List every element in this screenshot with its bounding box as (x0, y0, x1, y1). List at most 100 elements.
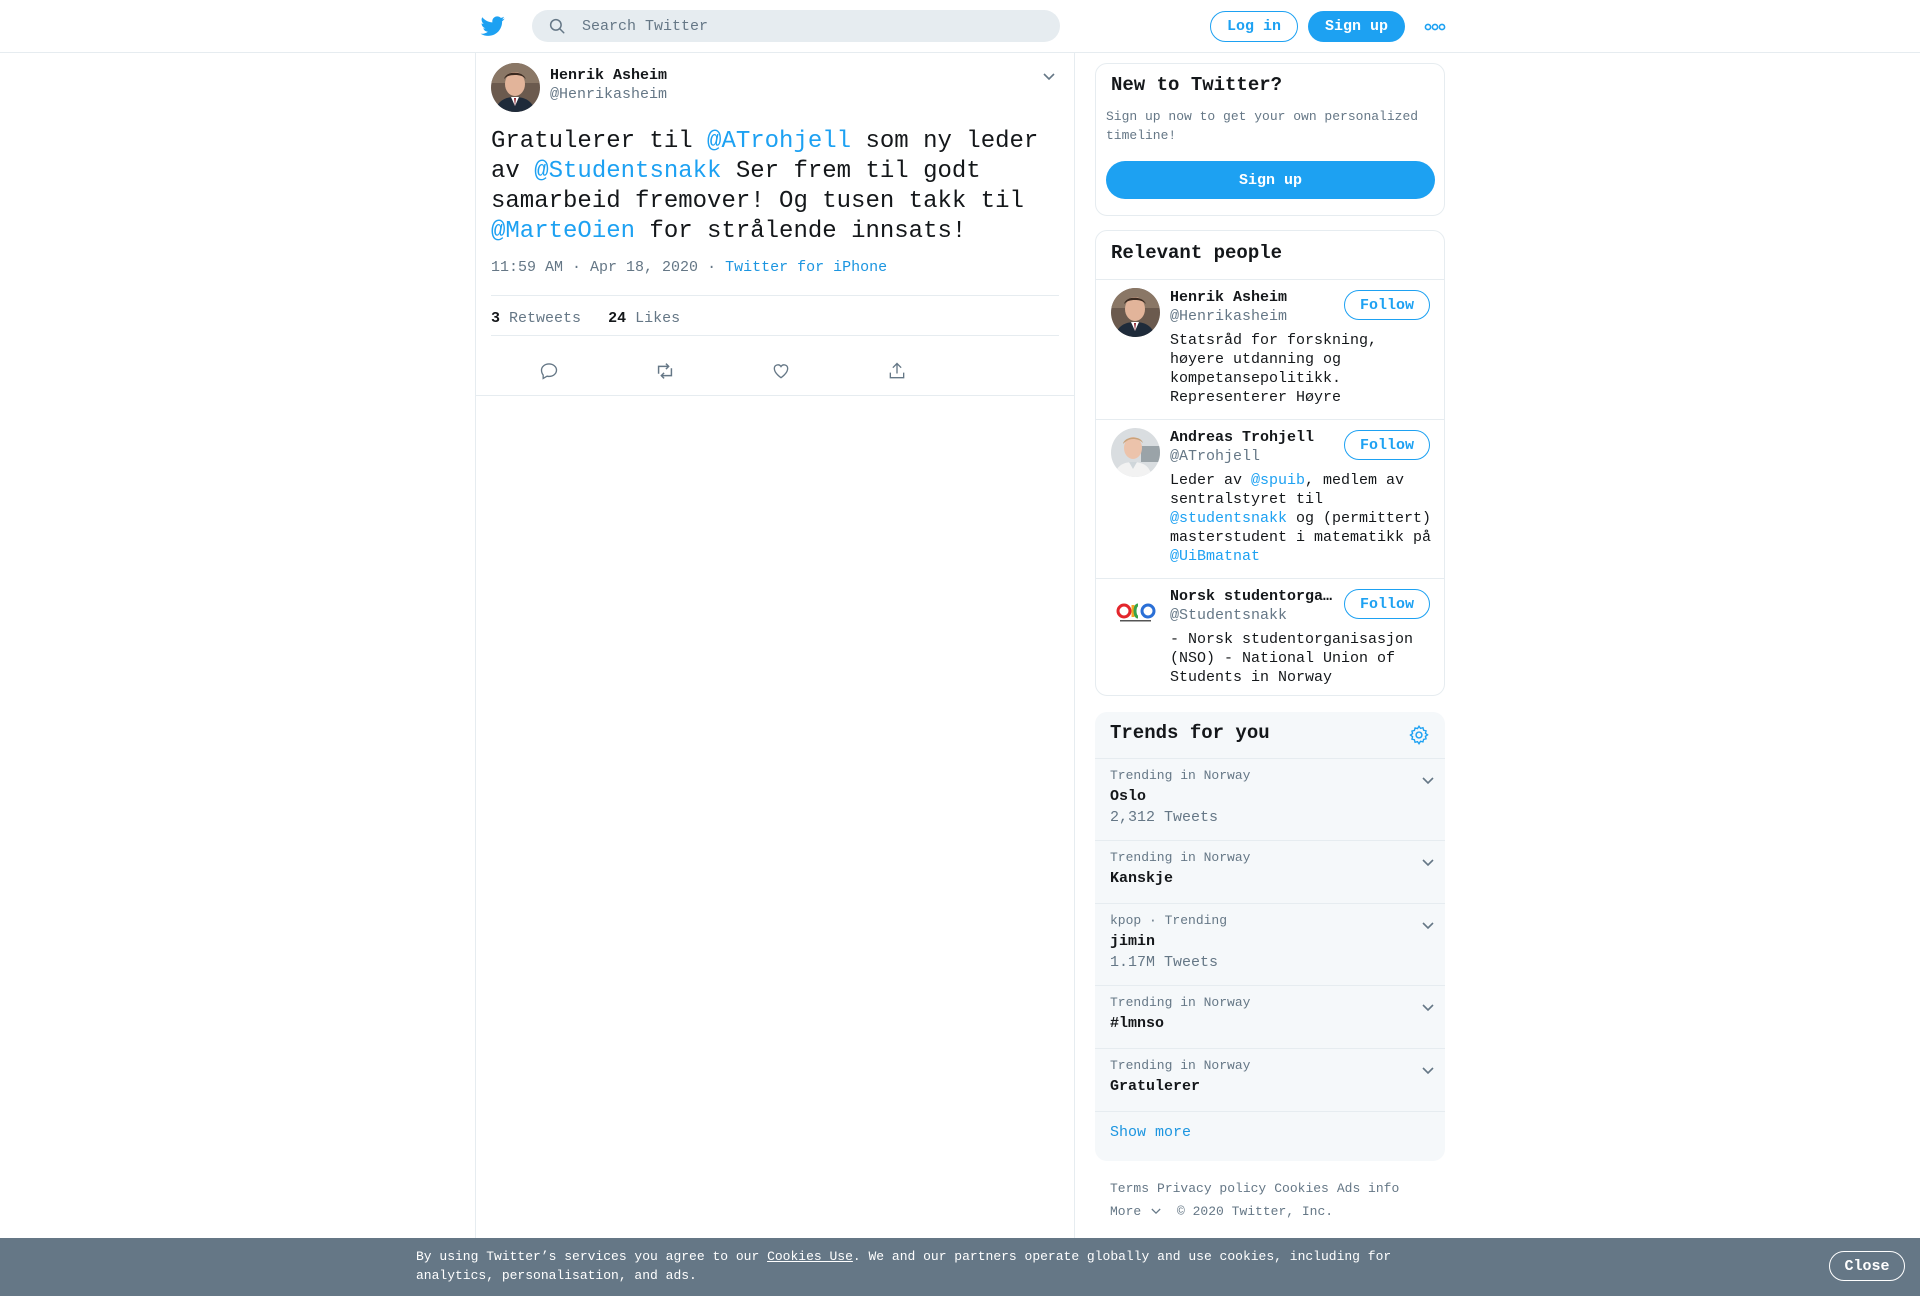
bio-mention-link[interactable]: @spuib (1251, 472, 1305, 489)
trend-name[interactable]: #lmnso (1110, 1015, 1164, 1032)
trends-card: Trends for you Trending in Norway Oslo 2… (1095, 712, 1445, 1161)
person-name[interactable]: Henrik Asheim (1170, 289, 1335, 306)
trend-item[interactable]: Trending in Norway #lmnso (1095, 985, 1445, 1048)
person-name[interactable]: Andreas Trohjell (1170, 429, 1335, 446)
bio-mention-link[interactable]: @studentsnakk (1170, 510, 1287, 527)
reply-icon[interactable] (538, 360, 560, 382)
trend-context: kpop · Trending (1110, 913, 1228, 928)
avatar[interactable] (1111, 428, 1160, 477)
trend-item[interactable]: kpop · Trending jimin 1.17M Tweets (1095, 903, 1445, 985)
divider (491, 335, 1059, 336)
search-bar[interactable] (532, 10, 1060, 42)
cookies-use-link[interactable]: Cookies Use (767, 1249, 853, 1264)
trend-item[interactable]: Trending in Norway Oslo 2,312 Tweets (1095, 758, 1445, 840)
main-column: Henrik Asheim @Henrikasheim Gratulerer t… (475, 53, 1075, 1296)
footer-link-ads-info[interactable]: Ads info (1337, 1181, 1399, 1196)
person-name[interactable]: Norsk studentorganisasjon (1170, 588, 1335, 605)
share-icon[interactable] (886, 360, 908, 382)
retweets-count: 3 (491, 310, 501, 327)
trend-context: Trending in Norway (1110, 768, 1251, 783)
relevant-people-card: Relevant people Henrik Asheim @Henrikash… (1095, 230, 1445, 696)
cookie-consent-bar: By using Twitter’s services you agree to… (0, 1238, 1920, 1296)
more-options-icon[interactable] (1424, 20, 1446, 32)
bio-text: Statsråd for forskning, høyere utdanning… (1170, 332, 1378, 406)
person-bio: Leder av @spuib, medlem av sentralstyret… (1170, 471, 1438, 566)
gear-icon[interactable] (1408, 724, 1430, 746)
person-bio: - Norsk studentorganisasjon (NSO) - Nati… (1170, 630, 1438, 687)
cookie-close-button[interactable]: Close (1829, 1251, 1905, 1281)
retweets-label: Retweets (509, 310, 582, 327)
chevron-down-icon[interactable] (1042, 69, 1056, 81)
follow-button[interactable]: Follow (1344, 290, 1430, 320)
person-handle[interactable]: @Studentsnakk (1170, 607, 1287, 624)
footer-link-privacy[interactable]: Privacy policy (1157, 1181, 1266, 1196)
person-handle[interactable]: @Henrikasheim (1170, 308, 1287, 325)
retweet-icon[interactable] (654, 360, 676, 382)
bio-mention-link[interactable]: @UiBmatnat (1170, 548, 1260, 565)
follow-button[interactable]: Follow (1344, 589, 1430, 619)
bio-text: Leder av (1170, 472, 1252, 489)
likes-count: 24 (608, 310, 627, 327)
tweet-stats: 3 Retweets 24 Likes (491, 310, 680, 327)
tweet-actions (491, 360, 1059, 388)
follow-button[interactable]: Follow (1344, 430, 1430, 460)
mention-link-studentsnakk[interactable]: @Studentsnakk (534, 158, 721, 185)
trend-item[interactable]: Trending in Norway Kanskje (1095, 840, 1445, 903)
divider (491, 295, 1059, 296)
trend-name[interactable]: jimin (1110, 933, 1155, 950)
person-item[interactable]: Henrik Asheim @Henrikasheim Follow Stats… (1096, 279, 1444, 419)
signup-description: Sign up now to get your own personalized… (1106, 109, 1419, 143)
card-title: Relevant people (1111, 242, 1283, 264)
signup-button[interactable]: Sign up (1308, 11, 1405, 42)
new-to-twitter-card: New to Twitter? Sign up now to get your … (1095, 63, 1445, 216)
twitter-bird-logo-icon[interactable] (479, 14, 507, 38)
tweet-text-segment: for strålende innsats! (635, 218, 967, 245)
footer-link-terms[interactable]: Terms (1110, 1181, 1149, 1196)
show-more-link[interactable]: Show more (1110, 1124, 1191, 1141)
chevron-down-icon[interactable] (1421, 918, 1435, 930)
top-nav-bar: Log in Sign up (0, 0, 1920, 53)
like-heart-icon[interactable] (770, 360, 792, 382)
trend-name[interactable]: Gratulerer (1110, 1078, 1200, 1095)
person-item[interactable]: Andreas Trohjell @ATrohjell Follow Leder… (1096, 419, 1444, 578)
avatar[interactable] (1111, 587, 1160, 636)
chevron-down-icon[interactable] (1421, 855, 1435, 867)
tweet-timestamp[interactable]: 11:59 AM · Apr 18, 2020 (491, 259, 698, 276)
sidebar-footer: Terms Privacy policy Cookies Ads info More … (1110, 1177, 1440, 1223)
tweet-author-handle[interactable]: @Henrikasheim (550, 86, 667, 103)
tweet-meta: 11:59 AM · Apr 18, 2020 · Twitter for iP… (491, 259, 887, 276)
search-input[interactable] (582, 17, 1022, 35)
trend-name[interactable]: Kanskje (1110, 870, 1173, 887)
trend-context: Trending in Norway (1110, 1058, 1251, 1073)
person-handle[interactable]: @ATrohjell (1170, 448, 1260, 465)
chevron-down-icon (1151, 1208, 1161, 1215)
author-avatar[interactable] (491, 63, 540, 112)
trend-name[interactable]: Oslo (1110, 788, 1146, 805)
avatar[interactable] (1111, 288, 1160, 337)
chevron-down-icon[interactable] (1421, 1000, 1435, 1012)
footer-link-cookies[interactable]: Cookies (1274, 1181, 1329, 1196)
tweet-author-name[interactable]: Henrik Asheim (550, 67, 667, 84)
chevron-down-icon[interactable] (1421, 773, 1435, 785)
login-button[interactable]: Log in (1210, 11, 1298, 42)
bio-text: - Norsk studentorganisasjon (NSO) - Nati… (1170, 631, 1414, 686)
cookie-notice-text: By using Twitter’s services you agree to… (416, 1247, 1416, 1285)
footer-more-menu[interactable]: More (1110, 1204, 1161, 1219)
meta-separator: · (707, 259, 717, 276)
trend-context: Trending in Norway (1110, 995, 1251, 1010)
card-title: New to Twitter? (1111, 74, 1283, 96)
mention-link-atrohjell[interactable]: @ATrohjell (707, 128, 851, 155)
tweet-detail: Henrik Asheim @Henrikasheim Gratulerer t… (476, 53, 1074, 396)
mention-link-marteoien[interactable]: @MarteOien (491, 218, 635, 245)
retweets-stat[interactable]: 3 Retweets (491, 310, 581, 327)
trend-context: Trending in Norway (1110, 850, 1251, 865)
person-item[interactable]: Norsk studentorganisasjon @Studentsnakk … (1096, 578, 1444, 695)
search-icon (548, 17, 566, 35)
trend-count: 1.17M Tweets (1110, 954, 1219, 971)
person-bio: Statsråd for forskning, høyere utdanning… (1170, 331, 1438, 407)
trend-item[interactable]: Trending in Norway Gratulerer (1095, 1048, 1445, 1111)
likes-stat[interactable]: 24 Likes (608, 310, 680, 327)
tweet-source-link[interactable]: Twitter for iPhone (725, 259, 887, 276)
sidebar-signup-button[interactable]: Sign up (1106, 161, 1435, 199)
chevron-down-icon[interactable] (1421, 1063, 1435, 1075)
